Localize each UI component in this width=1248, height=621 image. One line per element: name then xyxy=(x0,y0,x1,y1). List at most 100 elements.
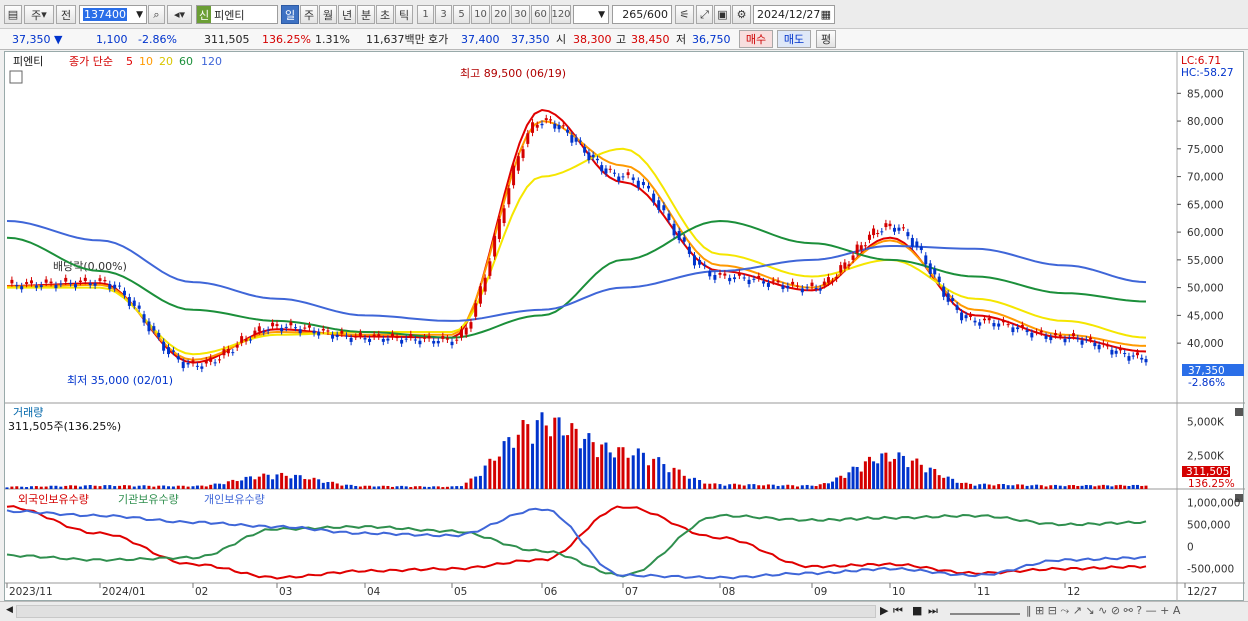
candle-body xyxy=(1080,340,1084,345)
volume-bar xyxy=(924,472,928,489)
interval-num-60[interactable]: 60 xyxy=(531,5,550,24)
first-page-icon[interactable]: ⏮ xyxy=(893,604,903,618)
chevron-down-icon[interactable]: ▼ xyxy=(136,10,143,20)
volume-bar xyxy=(5,487,9,489)
interval-month[interactable]: 월 xyxy=(319,5,337,24)
volume-bar xyxy=(1110,486,1114,489)
volume-bar xyxy=(677,469,681,489)
chart-table-icon[interactable] xyxy=(9,70,23,84)
candle-body xyxy=(1011,327,1015,333)
data-count-total: /600 xyxy=(643,8,668,21)
volume-bar xyxy=(409,487,413,489)
volume-bar xyxy=(561,435,565,489)
candle-body xyxy=(800,288,804,293)
volume-bar xyxy=(621,447,625,489)
ask-price: 37,350 xyxy=(511,33,550,46)
candle-body xyxy=(888,223,892,227)
candle-body xyxy=(303,327,307,329)
speaker-icon[interactable]: ◂▾ xyxy=(167,5,192,24)
volume-bar xyxy=(427,486,431,489)
interval-num-3[interactable]: 3 xyxy=(435,5,452,24)
interval-year[interactable]: 년 xyxy=(338,5,356,24)
volume-bar xyxy=(636,448,640,489)
data-count-field[interactable]: 265/600 xyxy=(612,5,672,24)
candle-body xyxy=(390,333,394,337)
volume-bar xyxy=(863,461,867,489)
toolbar-tools-icon[interactable]: ‖ ⊞ ⊟ ⤳ ↗ ↘ ∿ ⊘ ⚯ ? — + A xyxy=(1026,604,1180,618)
volume-bar xyxy=(122,485,126,489)
interval-num-5[interactable]: 5 xyxy=(453,5,470,24)
candle-body xyxy=(1084,339,1088,341)
volume-bar xyxy=(54,485,58,489)
interval-num-30[interactable]: 30 xyxy=(511,5,530,24)
candle-body xyxy=(682,237,686,242)
average-button[interactable]: 평 xyxy=(816,30,836,48)
save-icon[interactable]: ▣ xyxy=(714,5,731,24)
chart-type-icon[interactable]: ⤢ xyxy=(696,5,713,24)
candle-body xyxy=(137,305,141,309)
candle-body xyxy=(368,338,372,342)
period-prefix-button[interactable]: 전 xyxy=(56,5,76,24)
candle-body xyxy=(469,322,473,329)
sell-button[interactable]: 매도 xyxy=(777,30,811,48)
volume-bar xyxy=(488,458,492,489)
interval-tick[interactable]: 틱 xyxy=(395,5,413,24)
volume-bar xyxy=(1016,484,1020,489)
interval-second[interactable]: 초 xyxy=(376,5,394,24)
zoom-slider[interactable] xyxy=(950,607,1020,615)
stock-chart-panel[interactable]: 피엔티 종가 단순 5 10 20 60 120 LC:6.71 HC:-58.… xyxy=(4,51,1245,602)
date-input[interactable]: 2024/12/27 ▦ xyxy=(753,5,835,24)
stop-icon[interactable]: ■ xyxy=(912,604,922,617)
candle-body xyxy=(600,165,604,172)
stock-name-field[interactable]: 신 피엔티 xyxy=(196,5,278,24)
interval-num-10[interactable]: 10 xyxy=(471,5,490,24)
stock-chart-svg[interactable]: 피엔티 종가 단순 5 10 20 60 120 LC:6.71 HC:-58.… xyxy=(5,52,1245,602)
candle-body xyxy=(583,146,587,153)
candle-body xyxy=(566,129,570,133)
interval-minute[interactable]: 분 xyxy=(357,5,375,24)
volume-bar xyxy=(516,434,520,489)
volume-bar xyxy=(298,475,302,489)
candle-body xyxy=(946,293,950,302)
candle-body xyxy=(982,318,986,321)
candle-body xyxy=(20,286,24,290)
volume-bar xyxy=(78,486,82,489)
period-type-select[interactable]: 주 ▾ xyxy=(24,5,54,24)
volume-bar xyxy=(703,483,707,489)
period-type-label: 주 xyxy=(31,8,42,22)
volume-bar xyxy=(728,484,732,489)
candle-body xyxy=(93,283,97,286)
candle-body xyxy=(474,303,478,317)
volume-bar xyxy=(742,485,746,489)
chevron-down-icon[interactable]: ▼ xyxy=(598,10,605,20)
volume-bar xyxy=(1080,485,1084,489)
window-menu-icon[interactable]: ▤ xyxy=(4,5,22,24)
last-price-text: 37,350 xyxy=(1188,365,1225,377)
stock-code-input[interactable]: 137400 ▼ xyxy=(79,5,147,24)
scroll-right-icon[interactable]: ▶ xyxy=(880,604,888,617)
bid-label: 호가 xyxy=(428,33,449,46)
interval-num-20[interactable]: 20 xyxy=(491,5,510,24)
data-count-value: 265 xyxy=(622,8,644,21)
volume-bar xyxy=(450,486,454,489)
buy-button[interactable]: 매수 xyxy=(739,30,773,48)
custom-interval-select[interactable]: ▼ xyxy=(573,5,609,24)
interval-num-120[interactable]: 120 xyxy=(551,5,571,24)
search-icon[interactable]: ⌕ xyxy=(148,5,165,24)
last-page-icon[interactable]: ⏭ xyxy=(928,604,938,618)
volume-bar xyxy=(209,484,213,489)
volume-bar xyxy=(118,485,122,489)
candle-body xyxy=(118,285,122,287)
scroll-track[interactable] xyxy=(16,605,876,618)
scroll-left-icon[interactable]: ◀ xyxy=(6,605,13,615)
candle-body xyxy=(942,286,946,297)
calendar-icon[interactable]: ▦ xyxy=(821,8,831,21)
gear-icon[interactable]: ⚙ xyxy=(732,5,751,24)
close-icon[interactable] xyxy=(1235,408,1243,416)
interval-num-1[interactable]: 1 xyxy=(417,5,434,24)
x-axis-label: 05 xyxy=(454,586,467,598)
interval-week[interactable]: 주 xyxy=(300,5,318,24)
interval-day[interactable]: 일 xyxy=(281,5,299,24)
candle-body xyxy=(235,344,239,348)
grid-icon[interactable]: ⚟ xyxy=(675,5,694,24)
